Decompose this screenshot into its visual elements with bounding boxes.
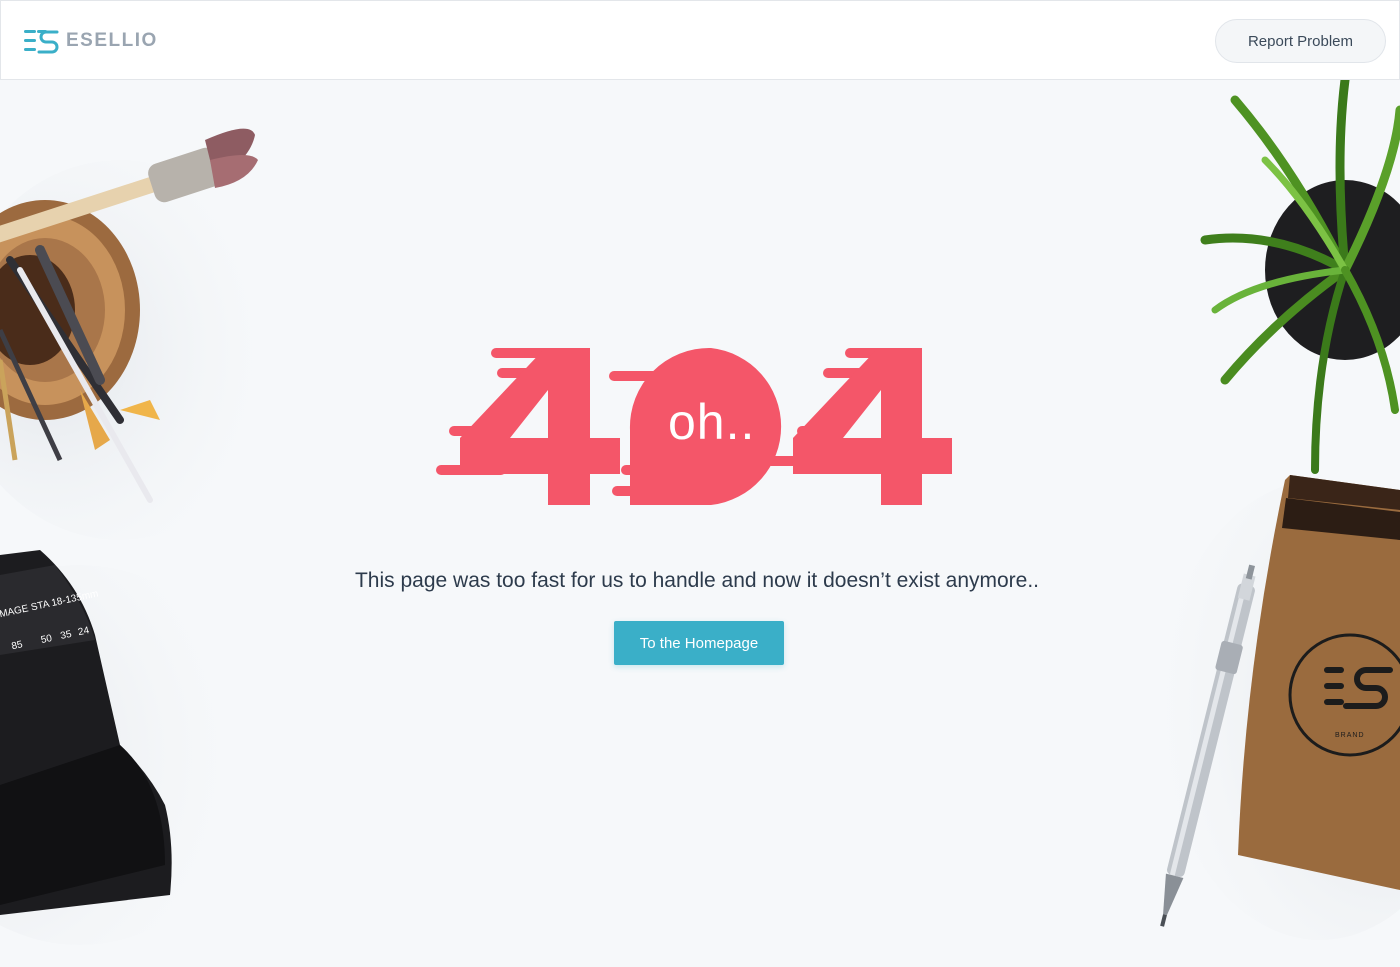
error-message: This page was too fast for us to handle … [354, 569, 1040, 592]
brand-name: ESELLIO [66, 30, 158, 51]
digit-4-right [793, 348, 952, 505]
digit-4-left [460, 348, 620, 505]
notebook-pencil-illustration: BRAND [1160, 475, 1400, 940]
top-header: ESELLIO Report Problem [0, 0, 1400, 80]
oh-text: oh.. [668, 394, 756, 450]
potted-plant-illustration [1200, 80, 1400, 474]
es-logo-icon [24, 30, 59, 54]
art-brushes-illustration [0, 128, 290, 540]
camera-lens-illustration: IMAGE STA 18-135mm 85 50 35 24 [0, 550, 260, 945]
report-problem-button[interactable]: Report Problem [1215, 19, 1386, 63]
homepage-button[interactable]: To the Homepage [614, 621, 784, 665]
esellio-logo[interactable]: ESELLIO [24, 28, 158, 54]
notebook-brand-text: BRAND [1335, 732, 1365, 739]
